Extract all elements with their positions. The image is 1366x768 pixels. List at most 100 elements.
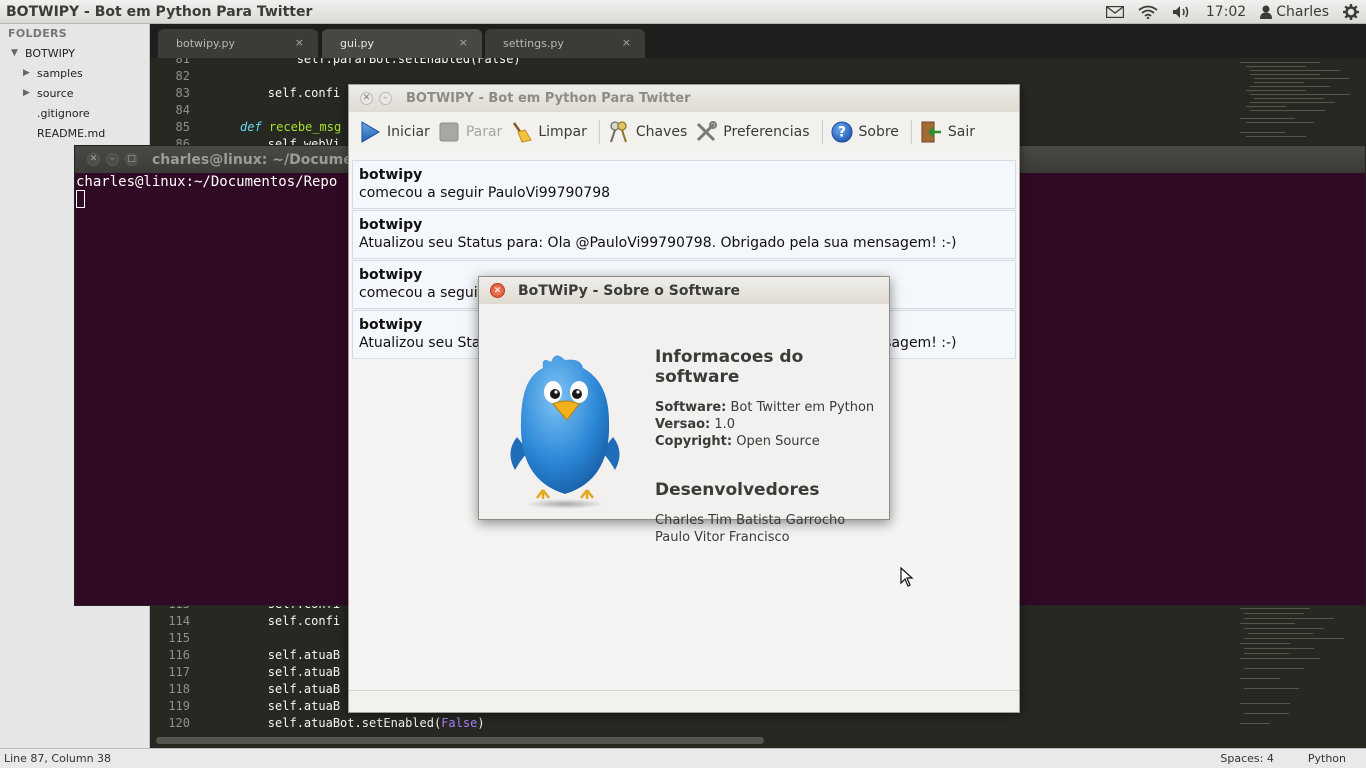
indentation-setting[interactable]: Spaces: 4 [1220,752,1307,765]
volume-icon[interactable] [1165,0,1199,24]
tree-item-samples[interactable]: ▶ samples [0,63,149,83]
code-line: self.atuaB [210,665,341,679]
tree-item-source[interactable]: ▶ source [0,83,149,103]
about-label: Sobre [858,124,899,140]
close-icon[interactable]: × [459,36,468,49]
botwipy-title: BOTWIPY - Bot em Python Para Twitter [406,91,691,106]
start-button[interactable]: Iniciar [357,116,436,148]
play-icon [359,121,381,143]
line-number: 84 [175,103,190,117]
minimize-icon[interactable]: – [379,92,392,105]
stop-button[interactable]: Parar [436,116,508,148]
maximize-icon[interactable]: □ [125,153,138,166]
expanded-arrow-icon: ▼ [11,48,18,58]
toolbar-separator [910,120,912,144]
about-button[interactable]: ? Sobre [829,116,905,148]
tab-gui[interactable]: gui.py × [322,29,482,58]
mail-icon[interactable] [1099,0,1131,24]
user-menu[interactable]: Charles [1253,0,1336,24]
tab-label: botwipy.py [176,37,235,50]
help-icon: ? [830,121,853,143]
tab-label: settings.py [503,37,564,50]
collapsed-arrow-icon: ▶ [23,68,30,78]
close-icon[interactable]: × [295,36,304,49]
close-icon[interactable]: ✕ [360,92,373,105]
tab-label: gui.py [340,37,374,50]
info-heading: Informacoes do software [655,347,804,387]
terminal-prompt: charles@linux:~/Documentos/Repo [76,174,338,190]
message-text: Atualizou seu Status para: Ola @PauloVi9… [359,235,957,251]
broom-icon [510,121,533,143]
horizontal-scrollbar[interactable] [156,737,764,744]
about-title: BoTWiPy - Sobre o Software [518,282,741,299]
botwipy-toolbar: Iniciar Parar Limpar Chaves Preferencias… [349,112,1019,152]
tree-label: source [37,86,74,100]
message-user: botwipy [359,217,423,233]
line-number: 118 [168,682,190,696]
code-text: self.atuaBot.setEnabled( [210,716,442,730]
active-window-title: BOTWIPY - Bot em Python Para Twitter [6,3,313,20]
software-info: Informacoes do software Software: Bot Tw… [655,347,885,546]
tree-item-readme[interactable]: README.md [0,123,149,143]
line-number: 117 [168,665,190,679]
user-name: Charles [1276,3,1329,20]
tree-item-gitignore[interactable]: .gitignore [0,103,149,123]
keys-label: Chaves [635,124,688,140]
sidebar-header: FOLDERS [8,27,68,40]
clear-button[interactable]: Limpar [508,116,593,148]
code-line: def recebe_msg [240,120,341,134]
about-titlebar[interactable]: ✕ BoTWiPy - Sobre o Software [479,277,889,304]
version-row: Versao: 1.0 [655,416,885,433]
user-icon [1260,5,1273,19]
software-value: Bot Twitter em Python [730,400,875,415]
minimize-icon[interactable]: – [106,153,119,166]
start-label: Iniciar [387,124,430,140]
cursor-position: Line 87, Column 38 [4,752,112,765]
syntax-language[interactable]: Python [1308,752,1366,765]
tab-settings[interactable]: settings.py × [485,29,645,58]
tree-label: samples [37,66,83,80]
close-icon[interactable]: × [622,36,631,49]
constant-token: False [441,716,478,730]
line-number: 115 [168,631,190,645]
code-line: self.atuaB [210,699,341,713]
line-number: 119 [168,699,190,713]
code-line: self.confi [210,86,341,100]
tree-item-botwipy[interactable]: ▼ BOTWIPY [0,43,149,63]
close-icon[interactable]: ✕ [87,153,100,166]
software-label: Software: [655,400,727,415]
tab-botwipy[interactable]: botwipy.py × [158,29,318,58]
stop-icon [438,121,460,143]
code-line: self.atuaBot.setEnabled(False) [210,716,485,730]
developer-name: Charles Tim Batista Garrocho [655,513,846,528]
tools-icon [695,121,718,143]
wifi-icon[interactable] [1131,0,1165,24]
twitter-bird-icon [503,352,627,516]
exit-button[interactable]: Sair [918,116,981,148]
preferences-button[interactable]: Preferencias [693,116,815,148]
line-number: 82 [175,69,190,83]
editor-status-bar: Line 87, Column 38 Spaces: 4 Python [0,748,1366,768]
copyright-row: Copyright: Open Source [655,433,885,450]
about-dialog[interactable]: ✕ BoTWiPy - Sobre o Software Informacoes… [478,276,890,545]
collapsed-arrow-icon: ▶ [23,88,30,98]
exit-door-icon [920,121,942,143]
keyword: def [240,120,262,134]
version-value: 1.0 [714,417,736,432]
mouse-pointer-icon [900,566,914,591]
tree-label: README.md [37,126,106,140]
keys-button[interactable]: Chaves [606,116,693,148]
code-line: self.confi [210,614,341,628]
svg-text:?: ? [838,125,846,141]
close-icon[interactable]: ✕ [490,283,505,298]
exit-label: Sair [947,124,976,140]
top-panel: BOTWIPY - Bot em Python Para Twitter 17:… [0,0,1366,24]
botwipy-titlebar[interactable]: ✕ – BOTWIPY - Bot em Python Para Twitter [349,85,1019,112]
line-number: 114 [168,614,190,628]
toolbar-separator [821,120,823,144]
code-line: self.atuaB [210,648,341,662]
preferences-label: Preferencias [723,124,810,140]
tree-label: .gitignore [37,106,90,120]
clock[interactable]: 17:02 [1199,0,1253,24]
gear-icon[interactable] [1336,0,1366,24]
